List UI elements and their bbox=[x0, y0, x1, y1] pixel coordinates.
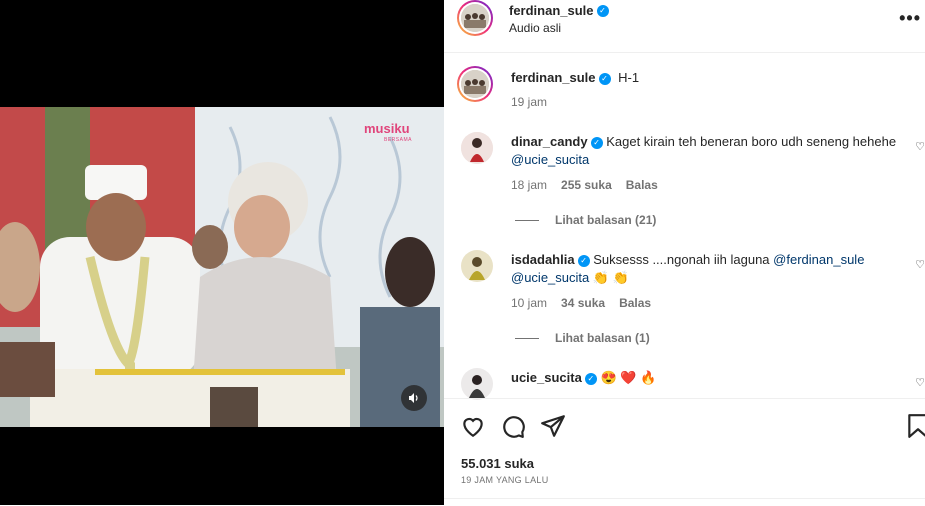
save-bookmark-icon[interactable] bbox=[905, 413, 925, 439]
emoji-reaction: 😍 ❤️ 🔥 bbox=[600, 370, 657, 385]
comment-avatar[interactable] bbox=[461, 368, 493, 400]
comment-text: Suksesss ....ngonah iih laguna bbox=[593, 252, 770, 267]
verified-badge-icon: ✓ bbox=[590, 136, 603, 149]
caption: ferdinan_sule ✓ H-1 bbox=[511, 69, 639, 87]
caption-username[interactable]: ferdinan_sule bbox=[511, 70, 596, 85]
comment-time: 10 jam bbox=[511, 296, 548, 310]
header-username-row: ferdinan_sule ✓ bbox=[509, 2, 609, 20]
comment-2-meta: 10 jam 34 suka Balas bbox=[511, 296, 651, 310]
media-pane: musiku BERSAMA bbox=[0, 0, 444, 505]
volume-button[interactable] bbox=[401, 385, 427, 411]
view-replies-button[interactable]: Lihat balasan (21) bbox=[515, 213, 656, 227]
share-send-icon[interactable] bbox=[540, 413, 566, 439]
view-replies-button[interactable]: Lihat balasan (1) bbox=[515, 331, 650, 345]
comment-mention[interactable]: @ucie_sucita bbox=[511, 152, 589, 167]
musiku-watermark-sub: BERSAMA bbox=[384, 137, 412, 143]
reel-video[interactable] bbox=[0, 107, 444, 427]
replies-divider bbox=[515, 220, 539, 222]
comment-mention[interactable]: @ferdinan_sule bbox=[773, 252, 864, 267]
like-heart-icon[interactable] bbox=[460, 413, 486, 439]
view-replies-label: Lihat balasan (21) bbox=[555, 213, 657, 227]
caption-time: 19 jam bbox=[511, 95, 548, 109]
comment-username[interactable]: dinar_candy bbox=[511, 134, 588, 149]
comment-bubble-icon[interactable] bbox=[500, 413, 526, 439]
reply-button[interactable]: Balas bbox=[626, 178, 658, 192]
replies-divider bbox=[515, 338, 539, 340]
video-frame bbox=[0, 107, 444, 427]
verified-badge-icon: ✓ bbox=[577, 254, 590, 267]
likes-count[interactable]: 55.031 suka bbox=[461, 456, 534, 471]
comment-like-icon[interactable]: ♡ bbox=[915, 140, 925, 153]
audio-label[interactable]: Audio asli bbox=[509, 21, 561, 35]
group-photo-icon bbox=[461, 4, 489, 32]
comment-mention[interactable]: @ucie_sucita bbox=[511, 270, 589, 285]
speaker-icon bbox=[409, 393, 418, 403]
group-photo-icon bbox=[461, 70, 489, 98]
comment-3-body: ucie_sucita ✓ 😍 ❤️ 🔥 bbox=[511, 369, 656, 387]
comment-avatar[interactable] bbox=[461, 132, 493, 164]
musiku-watermark: musiku bbox=[364, 121, 410, 136]
view-replies-label: Lihat balasan (1) bbox=[555, 331, 650, 345]
comment-text: Kaget kirain teh beneran boro udh seneng… bbox=[606, 134, 897, 149]
verified-badge-icon: ✓ bbox=[596, 4, 609, 17]
comment-username[interactable]: ucie_sucita bbox=[511, 370, 582, 385]
verified-badge-icon: ✓ bbox=[598, 72, 611, 85]
avatar-photo-icon bbox=[461, 368, 493, 400]
caption-text: H-1 bbox=[618, 70, 640, 85]
comment-username[interactable]: isdadahlia bbox=[511, 252, 575, 267]
caption-avatar[interactable] bbox=[457, 66, 493, 102]
comment-avatar[interactable] bbox=[461, 250, 493, 282]
comment-time: 18 jam bbox=[511, 178, 548, 192]
post-header: ferdinan_sule ✓ Audio asli ••• bbox=[444, 0, 925, 53]
post-actions bbox=[444, 398, 925, 506]
avatar-photo-icon bbox=[461, 132, 493, 164]
more-options-icon[interactable]: ••• bbox=[899, 8, 921, 29]
comment-likes[interactable]: 34 suka bbox=[561, 296, 605, 310]
author-avatar[interactable] bbox=[457, 0, 493, 36]
reply-button[interactable]: Balas bbox=[619, 296, 651, 310]
comment-likes[interactable]: 255 suka bbox=[561, 178, 612, 192]
comment-2-body: isdadahlia ✓ Suksesss ....ngonah iih lagu… bbox=[511, 251, 911, 287]
musiku-label: musiku bbox=[364, 121, 410, 136]
clap-emoji: 👏 👏 bbox=[592, 270, 629, 285]
comment-1-meta: 18 jam 255 suka Balas bbox=[511, 178, 658, 192]
divider bbox=[444, 498, 925, 499]
post-time-ago: 19 JAM YANG LALU bbox=[461, 475, 549, 485]
header-username[interactable]: ferdinan_sule bbox=[509, 3, 594, 18]
comment-like-icon[interactable]: ♡ bbox=[915, 258, 925, 271]
verified-badge-icon: ✓ bbox=[584, 372, 597, 385]
comment-1-body: dinar_candy ✓ Kaget kirain teh beneran bo… bbox=[511, 133, 911, 169]
post-panel: ferdinan_sule ✓ Audio asli ••• ferdinan_s… bbox=[444, 0, 925, 505]
comment-like-icon[interactable]: ♡ bbox=[915, 376, 925, 389]
avatar-photo-icon bbox=[461, 250, 493, 282]
